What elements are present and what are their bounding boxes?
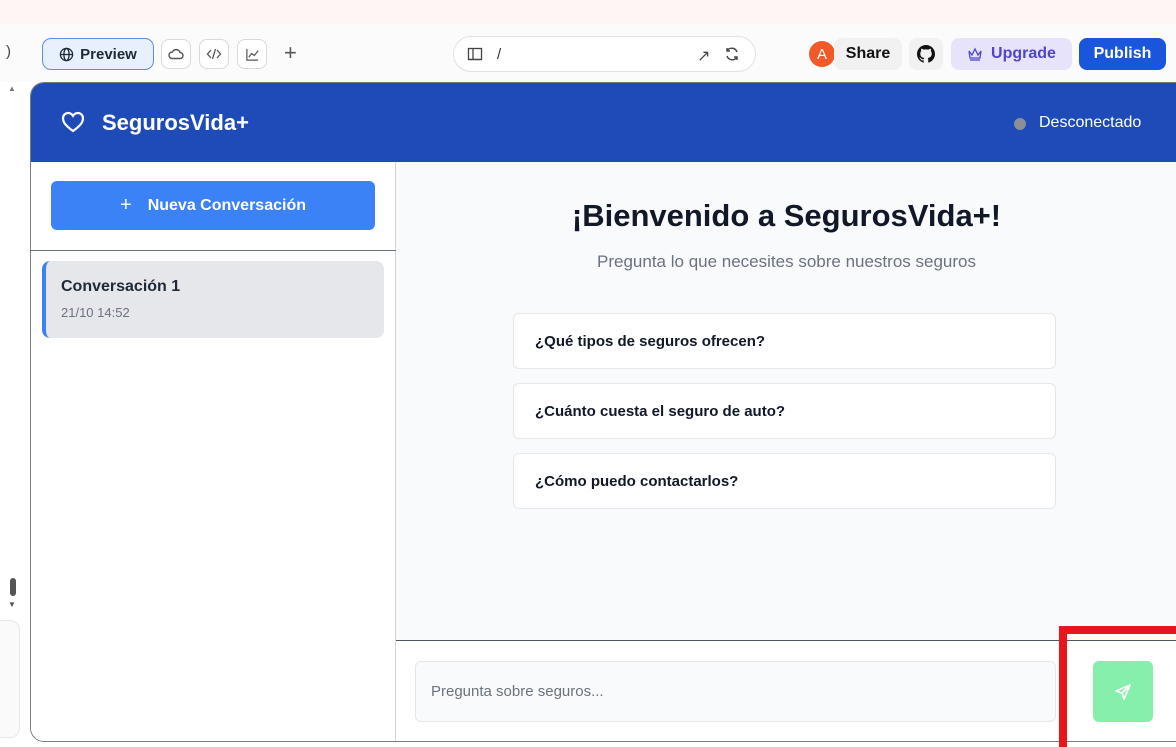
top-strip [0, 0, 1176, 24]
share-label: Share [845, 45, 891, 62]
open-external-icon[interactable]: ↗ [697, 46, 710, 66]
scrollbar-thumb[interactable] [10, 578, 16, 596]
upgrade-label: Upgrade [991, 45, 1056, 62]
preview-label: Preview [80, 45, 137, 63]
preview-button[interactable]: Preview [42, 38, 154, 70]
conversation-title: Conversación 1 [61, 278, 181, 295]
conversation-item[interactable]: Conversación 1 21/10 14:52 [42, 261, 384, 338]
code-button[interactable] [199, 39, 229, 69]
highlight-annotation-box [1059, 626, 1176, 747]
heart-icon [61, 111, 85, 133]
app-brand: SegurosVida+ [102, 110, 249, 135]
suggestion-button[interactable]: ¿Cuánto cuesta el seguro de auto? [513, 383, 1056, 439]
share-button[interactable]: Share [834, 38, 902, 70]
welcome-subtitle: Pregunta lo que necesites sobre nuestros… [597, 252, 976, 271]
add-tab-icon[interactable]: + [284, 40, 297, 66]
publish-label: Publish [1093, 45, 1152, 62]
avatar[interactable]: A [809, 41, 835, 67]
toolbar-edge-glyph: ) [6, 43, 11, 60]
editor-toolbar: ) Preview + / ↗ A Share Upgrade Publish [0, 24, 1176, 82]
scroll-up-arrow-icon[interactable]: ▲ [8, 84, 16, 93]
plus-icon: + [120, 194, 132, 216]
scroll-down-arrow-icon[interactable]: ▼ [8, 600, 16, 609]
url-bar[interactable]: / ↗ [453, 36, 756, 72]
side-panel-fragment [0, 620, 20, 738]
chart-line-icon [245, 48, 259, 61]
suggestion-button[interactable]: ¿Qué tipos de seguros ofrecen? [513, 313, 1056, 369]
github-button[interactable] [909, 38, 943, 70]
page-layout-icon [467, 47, 483, 61]
conversation-timestamp: 21/10 14:52 [61, 305, 130, 320]
welcome-title: ¡Bienvenido a SegurosVida+! [571, 198, 1002, 233]
refresh-icon[interactable] [724, 46, 740, 62]
url-path[interactable]: / [497, 46, 501, 63]
analytics-button[interactable] [237, 39, 267, 69]
cloud-button[interactable] [161, 39, 191, 69]
connection-status: Desconectado [1039, 114, 1142, 131]
chat-input[interactable] [415, 661, 1056, 722]
new-conversation-label: Nueva Conversación [147, 196, 306, 214]
app-header: SegurosVida+ Desconectado [31, 83, 1176, 162]
publish-button[interactable]: Publish [1079, 38, 1166, 70]
new-conversation-button[interactable]: + Nueva Conversación [51, 181, 375, 230]
crown-icon [968, 47, 982, 61]
suggestion-button[interactable]: ¿Cómo puedo contactarlos? [513, 453, 1056, 509]
globe-icon [59, 47, 74, 61]
cloud-icon [168, 48, 184, 60]
connection-status-dot [1014, 118, 1026, 130]
github-icon [917, 45, 935, 63]
sidebar: + Nueva Conversación Conversación 1 21/1… [31, 162, 396, 741]
code-icon [206, 48, 222, 60]
upgrade-button[interactable]: Upgrade [951, 38, 1072, 70]
app-preview-frame: SegurosVida+ Desconectado + Nueva Conver… [30, 82, 1176, 742]
sidebar-divider [31, 250, 396, 251]
